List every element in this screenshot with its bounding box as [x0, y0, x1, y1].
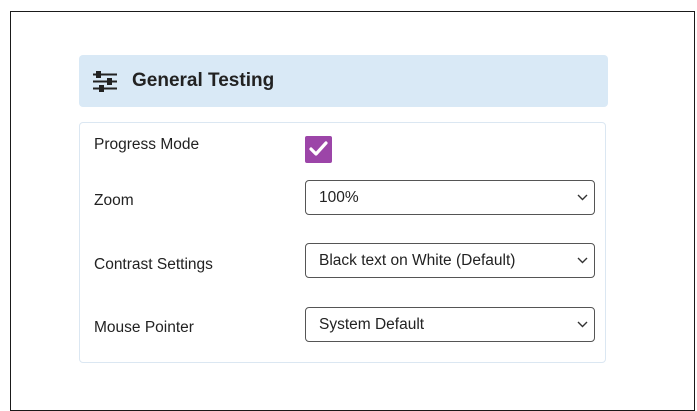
- checkmark-icon: [309, 141, 328, 156]
- chevron-down-icon: [577, 321, 588, 328]
- panel-title: General Testing: [132, 70, 275, 91]
- zoom-label: Zoom: [94, 192, 134, 209]
- chevron-down-icon: [577, 257, 588, 264]
- contrast-settings-select-value: Black text on White (Default): [319, 252, 516, 269]
- contrast-settings-select[interactable]: Black text on White (Default): [305, 243, 595, 278]
- zoom-select-value: 100%: [319, 189, 359, 206]
- progress-mode-checkbox[interactable]: [305, 136, 332, 163]
- mouse-pointer-select[interactable]: System Default: [305, 307, 595, 342]
- zoom-select[interactable]: 100%: [305, 180, 595, 215]
- panel-header: General Testing: [79, 55, 608, 107]
- settings-panel: Progress Mode Zoom 100% Contrast Setting…: [79, 122, 606, 363]
- progress-mode-label: Progress Mode: [94, 136, 200, 153]
- contrast-settings-label: Contrast Settings: [94, 256, 213, 273]
- mouse-pointer-select-value: System Default: [319, 316, 425, 333]
- sliders-icon: [93, 71, 117, 92]
- mouse-pointer-label: Mouse Pointer: [94, 319, 194, 336]
- chevron-down-icon: [577, 194, 588, 201]
